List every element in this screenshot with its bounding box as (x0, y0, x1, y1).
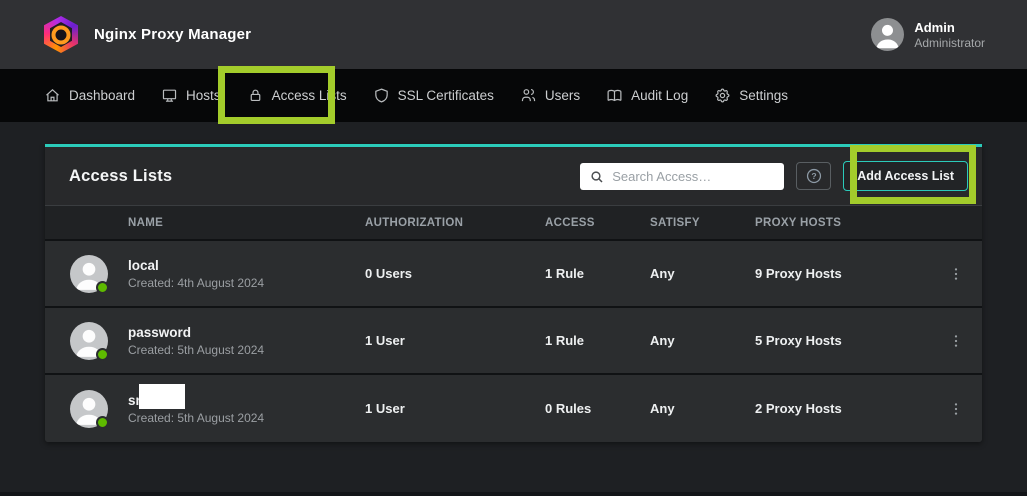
column-header-access: ACCESS (545, 217, 650, 229)
created-date: Created: 5th August 2024 (128, 411, 365, 425)
row-avatar (70, 255, 108, 293)
table-row-password[interactable]: password Created: 5th August 2024 1 User… (45, 308, 982, 375)
created-date: Created: 4th August 2024 (128, 276, 365, 290)
add-access-list-button[interactable]: Add Access List (843, 161, 968, 191)
row-avatar (70, 322, 108, 360)
row-menu-button[interactable] (942, 327, 970, 355)
nav-item-settings[interactable]: Settings (714, 87, 788, 104)
row-menu-button[interactable] (942, 395, 970, 423)
proxy-hosts-value: 5 Proxy Hosts (755, 333, 930, 348)
user-name: Admin (914, 20, 985, 35)
search-icon (589, 169, 605, 185)
column-header-name: NAME (45, 217, 365, 229)
access-value: 1 Rule (545, 333, 650, 348)
users-icon (520, 87, 537, 104)
row-menu-button[interactable] (942, 260, 970, 288)
panel-header: Access Lists ? Add Access List (45, 147, 982, 205)
kebab-menu-icon (948, 333, 964, 349)
monitor-icon (161, 87, 178, 104)
page-content: Access Lists ? Add Access List N (0, 122, 1027, 442)
table-header: NAME AUTHORIZATION ACCESS SATISFY PROXY … (45, 205, 982, 241)
user-menu[interactable]: Admin Administrator (871, 18, 985, 51)
column-header-satisfy: SATISFY (650, 217, 755, 229)
satisfy-value: Any (650, 333, 755, 348)
access-list-name: local (128, 258, 365, 273)
user-role: Administrator (914, 36, 985, 50)
nav-item-hosts[interactable]: Hosts (161, 87, 221, 104)
home-icon (44, 87, 61, 104)
access-lists-panel: Access Lists ? Add Access List N (45, 144, 982, 442)
lock-icon (247, 87, 264, 104)
brand: Nginx Proxy Manager (44, 16, 251, 53)
bottom-edge-strip (0, 492, 1027, 496)
shield-icon (373, 87, 390, 104)
online-status-dot (96, 348, 109, 361)
app-title: Nginx Proxy Manager (94, 26, 251, 43)
table-row-local[interactable]: local Created: 4th August 2024 0 Users 1… (45, 241, 982, 308)
satisfy-value: Any (650, 401, 755, 416)
kebab-menu-icon (948, 266, 964, 282)
nginx-proxy-manager-logo-icon (44, 16, 78, 53)
main-nav: Dashboard Hosts Access Lists SSL Certifi… (0, 69, 1027, 122)
row-avatar (70, 390, 108, 428)
search-box (580, 163, 784, 190)
top-bar: Nginx Proxy Manager Admin Administrator (0, 0, 1027, 69)
gear-icon (714, 87, 731, 104)
proxy-hosts-value: 2 Proxy Hosts (755, 401, 930, 416)
nav-item-audit-log[interactable]: Audit Log (606, 87, 688, 104)
nav-item-dashboard[interactable]: Dashboard (44, 87, 135, 104)
access-value: 1 Rule (545, 266, 650, 281)
access-value: 0 Rules (545, 401, 650, 416)
access-list-name: password (128, 325, 365, 340)
satisfy-value: Any (650, 266, 755, 281)
book-icon (606, 87, 623, 104)
nav-item-ssl-certificates[interactable]: SSL Certificates (373, 87, 494, 104)
help-button[interactable]: ? (796, 162, 831, 190)
authorization-value: 0 Users (365, 266, 545, 281)
help-icon: ? (805, 167, 823, 185)
column-header-proxy-hosts: PROXY HOSTS (755, 217, 930, 229)
redaction-box (139, 384, 185, 409)
online-status-dot (96, 416, 109, 429)
user-avatar (871, 18, 904, 51)
search-input[interactable] (580, 163, 784, 190)
authorization-value: 1 User (365, 401, 545, 416)
page-title: Access Lists (69, 167, 172, 186)
kebab-menu-icon (948, 401, 964, 417)
created-date: Created: 5th August 2024 (128, 343, 365, 357)
online-status-dot (96, 281, 109, 294)
person-icon (871, 18, 904, 51)
nav-item-access-lists[interactable]: Access Lists (247, 87, 347, 104)
nav-item-users[interactable]: Users (520, 87, 580, 104)
authorization-value: 1 User (365, 333, 545, 348)
table-row-sn[interactable]: sn Created: 5th August 2024 1 User 0 Rul… (45, 375, 982, 442)
column-header-authorization: AUTHORIZATION (365, 217, 545, 229)
svg-text:?: ? (811, 171, 816, 181)
proxy-hosts-value: 9 Proxy Hosts (755, 266, 930, 281)
